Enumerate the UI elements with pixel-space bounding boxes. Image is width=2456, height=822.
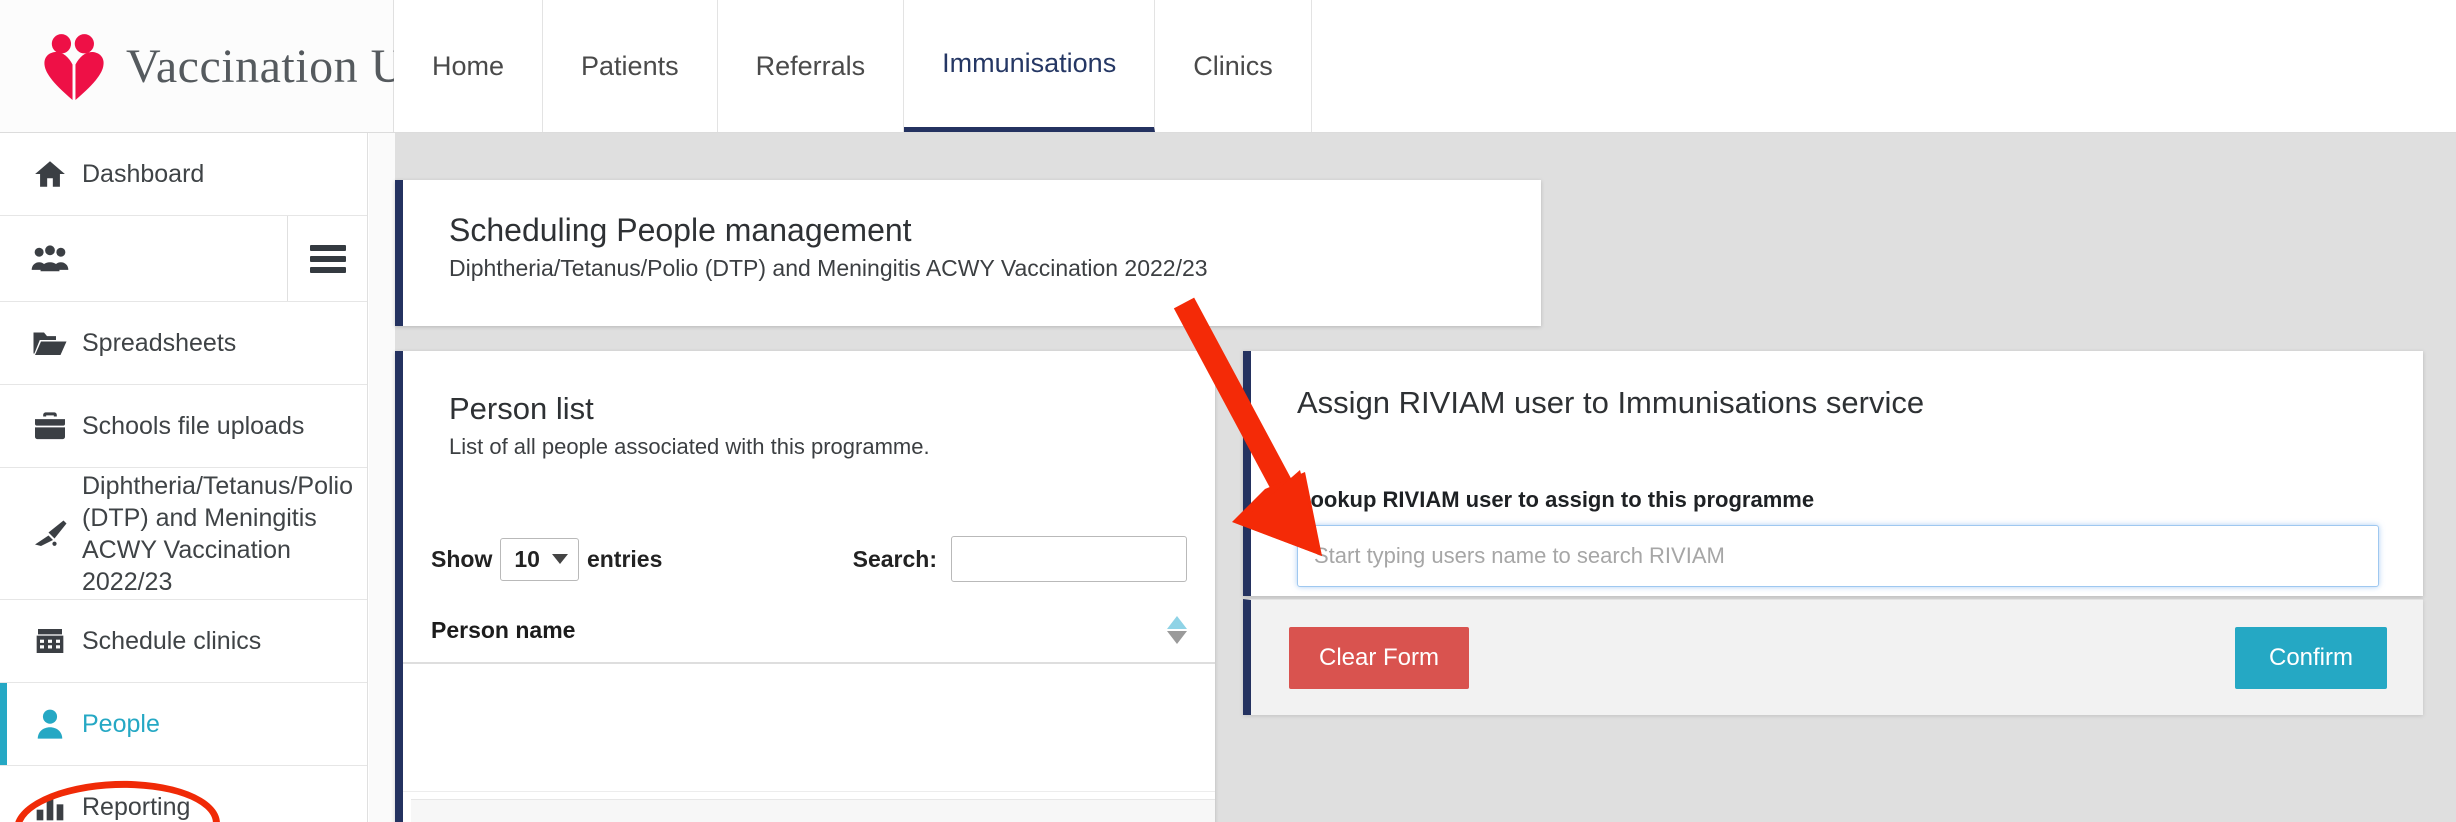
person-list-card: Person list List of all people associate… (395, 351, 1215, 822)
person-list-subtitle: List of all people associated with this … (449, 434, 1173, 460)
sidebar-collapse-button[interactable] (287, 216, 367, 301)
sidebar: Dashboard Spreadsheets (0, 133, 368, 822)
main-content: Scheduling People management Diphtheria/… (369, 133, 2456, 822)
sidebar-item-label: Spreadsheets (82, 327, 250, 359)
sidebar-item-schools-file-uploads[interactable]: Schools file uploads (0, 385, 367, 468)
person-list-search: Search: (853, 536, 1187, 582)
tab-referrals[interactable]: Referrals (718, 0, 905, 132)
hamburger-icon (310, 240, 346, 278)
lookup-field-label: Lookup RIVIAM user to assign to this pro… (1297, 487, 2379, 513)
assign-card-inner: Assign RIVIAM user to Immunisations serv… (1251, 351, 2423, 587)
tab-home[interactable]: Home (394, 0, 543, 132)
syringe-icon (18, 519, 82, 549)
show-label: Show (431, 546, 492, 573)
sidebar-item-label: Schools file uploads (82, 410, 318, 442)
assign-panel-title: Assign RIVIAM user to Immunisations serv… (1297, 385, 2379, 421)
person-list-table-footer (411, 799, 1215, 822)
person-list-table-body (403, 664, 1215, 792)
tab-immunisations[interactable]: Immunisations (904, 0, 1155, 132)
tab-clinics[interactable]: Clinics (1155, 0, 1312, 132)
page-title: Scheduling People management (449, 212, 1541, 249)
sidebar-item-label: People (82, 708, 174, 740)
lookup-riviam-user-input[interactable] (1297, 525, 2379, 587)
page-length-control: Show 10 entries (431, 538, 662, 581)
chevron-down-icon (552, 554, 568, 564)
person-list-controls: Show 10 entries Search: (403, 536, 1215, 582)
sidebar-item-label: Schedule clinics (82, 625, 275, 657)
folder-open-icon (18, 329, 82, 357)
users-group-icon (18, 244, 82, 274)
top-navigation-bar: Vaccination UK Home Patients Referrals I… (0, 0, 2456, 133)
sidebar-item-users-group[interactable] (0, 216, 367, 302)
search-input[interactable] (951, 536, 1187, 582)
sidebar-item-dtp-menacwy-programme[interactable]: Diphtheria/Tetanus/Polio (DTP) and Menin… (0, 468, 367, 600)
page-subtitle: Diphtheria/Tetanus/Polio (DTP) and Menin… (449, 255, 1541, 282)
clear-form-button[interactable]: Clear Form (1289, 627, 1469, 689)
person-list-table-header: Person name (403, 616, 1215, 664)
content-left-gutter (369, 133, 395, 822)
brand-logo-area[interactable]: Vaccination UK (0, 0, 394, 132)
sidebar-item-label: Reporting (82, 791, 204, 822)
sidebar-item-reporting[interactable]: Reporting (0, 766, 367, 822)
calendar-icon (18, 625, 82, 657)
person-list-title: Person list (449, 391, 1173, 427)
person-icon (18, 708, 82, 740)
heart-people-logo-icon (36, 29, 112, 103)
sort-toggle-icon[interactable] (1167, 616, 1187, 644)
home-icon (18, 157, 82, 191)
entries-label: entries (587, 546, 662, 573)
column-header-person-name[interactable]: Person name (431, 617, 575, 644)
sort-ascending-icon (1167, 616, 1187, 629)
page-length-value: 10 (514, 546, 540, 573)
confirm-button[interactable]: Confirm (2235, 627, 2387, 689)
main-tabs: Home Patients Referrals Immunisations Cl… (394, 0, 1312, 132)
person-list-head: Person list List of all people associate… (403, 391, 1215, 460)
app-root: Vaccination UK Home Patients Referrals I… (0, 0, 2456, 822)
sidebar-item-people[interactable]: People (0, 683, 367, 766)
assign-card-actions: Clear Form Confirm (1243, 599, 2423, 715)
sidebar-item-schedule-clinics[interactable]: Schedule clinics (0, 600, 367, 683)
bar-chart-icon (18, 792, 82, 822)
assign-riviam-user-card: Assign RIVIAM user to Immunisations serv… (1243, 351, 2423, 596)
sort-descending-icon (1167, 631, 1187, 644)
search-label: Search: (853, 546, 937, 573)
sidebar-item-label: Diphtheria/Tetanus/Polio (DTP) and Menin… (82, 470, 367, 598)
page-header-card: Scheduling People management Diphtheria/… (395, 180, 1541, 326)
sidebar-item-label: Dashboard (82, 158, 218, 190)
briefcase-icon (18, 411, 82, 441)
sidebar-item-spreadsheets[interactable]: Spreadsheets (0, 302, 367, 385)
page-length-select[interactable]: 10 (500, 538, 579, 581)
tab-patients[interactable]: Patients (543, 0, 718, 132)
sidebar-item-dashboard[interactable]: Dashboard (0, 133, 367, 216)
